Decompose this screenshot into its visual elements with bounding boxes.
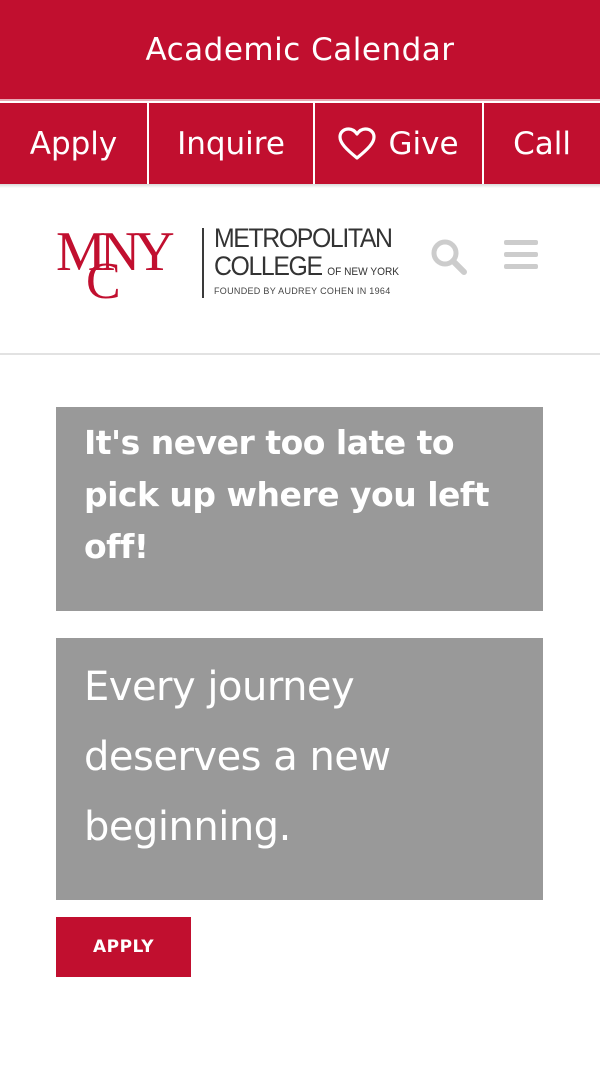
give-label: Give [388,125,459,162]
heart-icon [338,126,377,160]
logo-name-suffix: OF NEW YORK [327,266,400,278]
logo-monogram-c: C [86,253,121,310]
apply-link[interactable]: Apply [0,103,149,184]
headline-text: It's never too late to pick up where you… [84,423,490,566]
action-bar: Apply Inquire Give Call [0,103,600,184]
give-link[interactable]: Give [315,103,484,184]
logo-name-line1: METROPOLITAN [214,223,393,253]
subhead-text: Every journey deserves a new beginning. [84,664,391,850]
subhead-card: Every journey deserves a new beginning. [56,638,543,900]
menu-bar [504,240,538,245]
hamburger-menu-icon[interactable] [504,240,538,270]
site-header: MNY C METROPOLITAN COLLEGE OF NEW YORK F… [0,188,600,355]
logo-divider [202,228,204,298]
inquire-link[interactable]: Inquire [149,103,315,184]
logo-wordmark: METROPOLITAN COLLEGE OF NEW YORK [214,224,399,286]
headline-card: It's never too late to pick up where you… [56,407,543,611]
call-link[interactable]: Call [484,103,600,184]
academic-calendar-link[interactable]: Academic Calendar [0,0,600,101]
logo-monogram: MNY C [56,221,192,310]
logo-name-college: COLLEGE [214,251,323,281]
mcny-logo[interactable]: MNY C METROPOLITAN COLLEGE OF NEW YORK F… [56,221,426,310]
logo-name-line2: COLLEGE OF NEW YORK [214,252,399,286]
apply-button[interactable]: APPLY [56,917,191,977]
menu-bar [504,252,538,257]
search-icon[interactable] [430,238,468,276]
menu-bar [504,264,538,269]
logo-tagline: FOUNDED BY AUDREY COHEN IN 1964 [214,286,391,296]
